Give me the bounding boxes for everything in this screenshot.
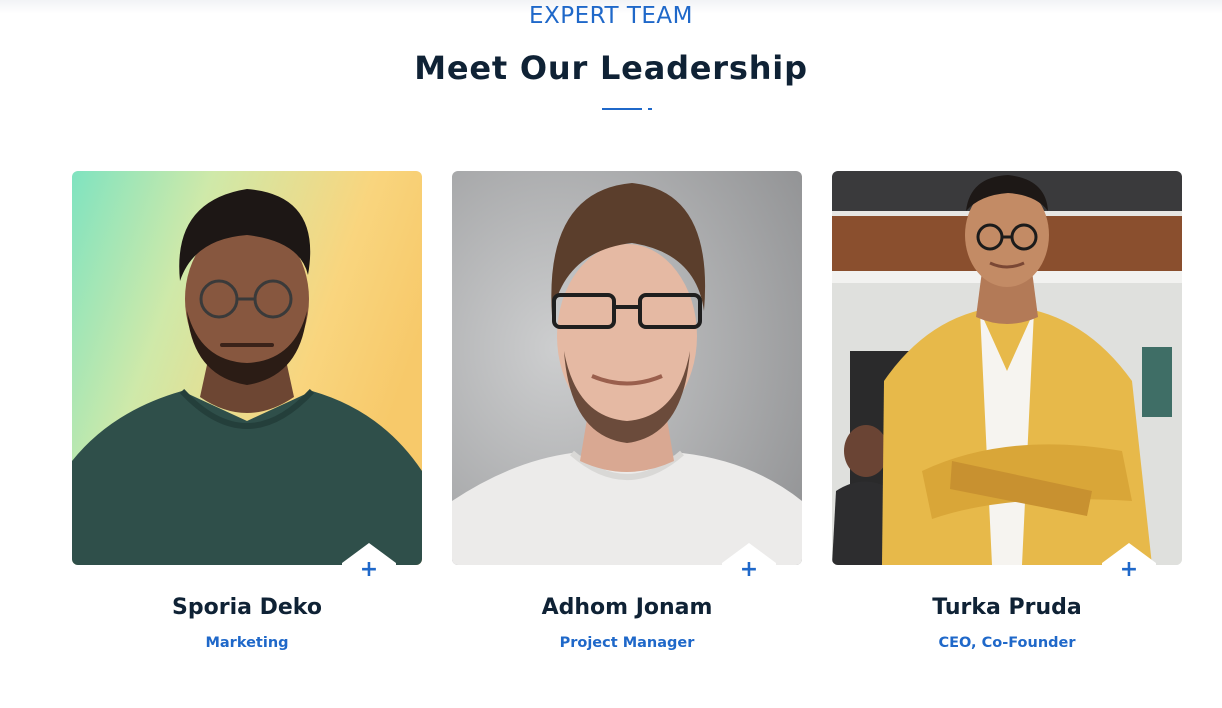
plus-icon: + [1119, 557, 1139, 582]
member-photo [72, 171, 422, 565]
member-role: CEO, Co-Founder [938, 635, 1076, 651]
member-name: Adhom Jonam [541, 595, 713, 620]
section-title: Meet Our Leadership [414, 49, 808, 87]
team-member-card: + Turka Pruda CEO, Co-Founder [832, 171, 1182, 671]
member-photo [452, 171, 802, 565]
section-eyebrow: EXPERT TEAM [528, 3, 694, 29]
team-member-card: + Sporia Deko Marketing [72, 171, 422, 671]
title-divider-dot [648, 108, 652, 110]
title-divider [602, 108, 642, 110]
plus-icon: + [359, 557, 379, 582]
team-member-card: + Adhom Jonam Project Manager [452, 171, 802, 671]
member-role: Marketing [205, 635, 289, 651]
member-name: Turka Pruda [932, 595, 1082, 620]
member-role: Project Manager [559, 635, 695, 651]
plus-icon: + [739, 557, 759, 582]
member-photo [832, 171, 1182, 565]
member-name: Sporia Deko [172, 595, 322, 620]
